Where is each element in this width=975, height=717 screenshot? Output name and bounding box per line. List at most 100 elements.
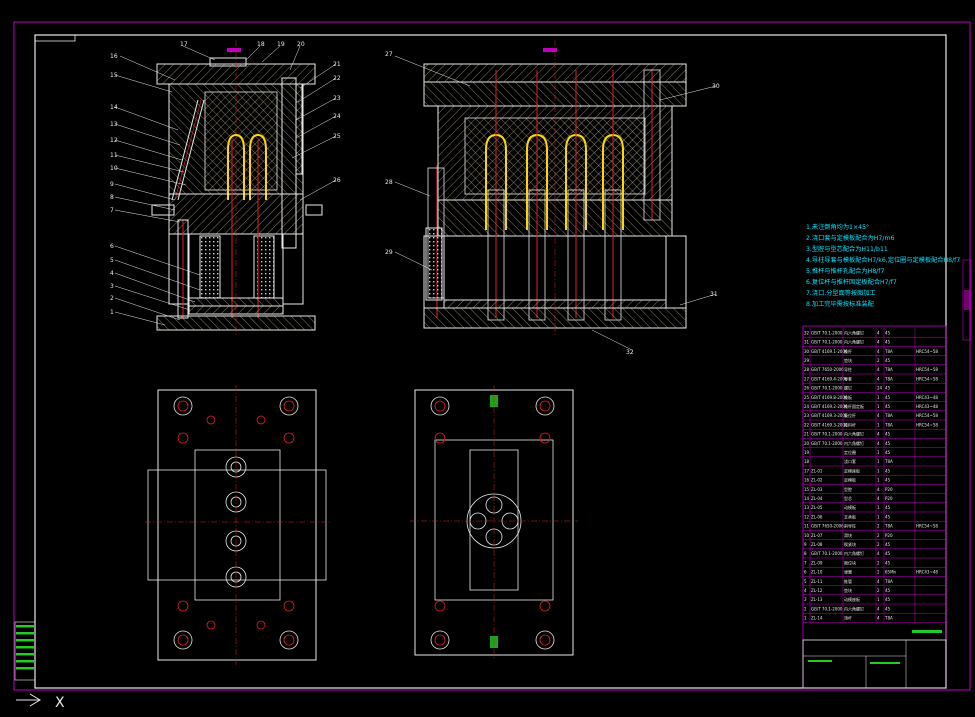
right-section-view[interactable] — [394, 40, 717, 351]
table-cell: 45 — [885, 542, 891, 547]
table-cell: 斜导柱 — [844, 523, 856, 529]
note-line: 4.导柱导套与模板配合H7/k6,定位圈与定模板配合H8/f7 — [806, 256, 960, 264]
table-cell: 45 — [885, 386, 891, 391]
balloon-label: 27 — [385, 51, 393, 58]
table-cell: 30 — [804, 349, 810, 354]
table-cell: 45 — [885, 468, 891, 473]
table-cell: 推管 — [844, 578, 852, 584]
table-cell: P20 — [885, 533, 893, 538]
note-line: 8.加工完毕需按标准装配 — [806, 300, 874, 308]
table-cell: 螺钉 — [844, 385, 852, 391]
table-cell: 4 — [877, 349, 880, 354]
balloon-label: 12 — [110, 137, 118, 144]
table-cell: T8A — [884, 349, 893, 354]
table-cell: HRC54~58 — [916, 376, 938, 381]
balloon-label: 19 — [277, 41, 285, 48]
table-cell: GB/T 4169.8-2006 — [811, 395, 848, 400]
table-cell: 1 — [877, 597, 880, 602]
table-cell: GB/T 70.1-2000 — [811, 606, 843, 611]
table-cell: 24 — [877, 386, 883, 391]
table-cell: 1 — [877, 422, 880, 427]
table-cell: 1 — [877, 459, 880, 464]
table-cell: 2 — [877, 358, 880, 363]
table-cell: ZL-05 — [811, 505, 823, 510]
table-cell: 2 — [877, 542, 880, 547]
balloon-label: 5 — [110, 257, 114, 264]
table-cell: 45 — [885, 395, 891, 400]
balloon-label: 20 — [297, 41, 305, 48]
table-cell: 复位杆 — [844, 412, 856, 418]
table-cell: GB/T 7650-2006 — [811, 367, 844, 372]
table-cell: 12 — [804, 514, 810, 519]
balloon-label: 14 — [110, 104, 118, 111]
balloon-label: 3 — [110, 283, 114, 290]
ucs-icon: X — [16, 693, 65, 711]
note-line: 6.复位杆与推杆固定板配合H7/f7 — [806, 278, 897, 286]
table-cell: 型腔 — [844, 486, 852, 492]
table-cell: 45 — [885, 450, 891, 455]
table-cell: T8A — [884, 579, 893, 584]
ucs-x-label: X — [55, 695, 65, 711]
table-cell: GB/T 4169.3-2006 — [811, 422, 848, 427]
balloon-label: 7 — [110, 207, 114, 214]
table-cell: 17 — [804, 468, 810, 473]
left-plan-view[interactable] — [145, 385, 330, 665]
table-cell: GB/T 4169.4-2006 — [811, 376, 848, 381]
table-cell: 定模座板 — [844, 467, 860, 473]
table-cell: 垫块 — [844, 587, 852, 593]
table-cell: 7 — [804, 560, 807, 565]
note-line: 2.浇口套与定模板配合为H7/m6 — [806, 234, 894, 242]
table-cell: ZL-11 — [811, 579, 823, 584]
table-cell: 2 — [877, 524, 880, 529]
note-line: 7.浇口,分型面等按图加工 — [806, 289, 876, 297]
table-cell: T8A — [884, 524, 893, 529]
balloon-label: 16 — [110, 53, 118, 60]
table-cell: 推板 — [844, 394, 852, 400]
table-cell: 16 — [804, 478, 810, 483]
table-cell: 20 — [804, 441, 810, 446]
table-cell: 垫块 — [844, 357, 852, 363]
table-cell: 推杆 — [844, 348, 852, 354]
table-cell: ZL-03 — [811, 487, 823, 492]
table-cell: 4 — [877, 376, 880, 381]
note-line: 3.型腔与型芯配合为H11/b11 — [806, 245, 888, 253]
table-cell: ZL-07 — [811, 533, 823, 538]
table-cell: 31 — [804, 340, 810, 345]
table-cell: 动模板 — [844, 504, 856, 510]
table-cell: HRC54~58 — [916, 422, 938, 427]
table-cell: HRC43~48 — [916, 570, 938, 575]
table-cell: 内六角螺钉 — [844, 550, 864, 556]
table-cell: 65Mn — [885, 570, 897, 575]
table-cell: HRC43~48 — [916, 395, 938, 400]
table-cell: ZL-10 — [811, 570, 823, 575]
table-cell: 2 — [804, 606, 807, 611]
right-plan-view[interactable] — [410, 385, 578, 660]
table-cell: 27 — [804, 376, 810, 381]
table-cell: P20 — [885, 487, 893, 492]
table-cell: 4 — [877, 441, 880, 446]
table-cell: ZL-12 — [811, 588, 823, 593]
table-cell: 浇口套 — [844, 458, 856, 464]
balloon-label: 13 — [110, 121, 118, 128]
table-cell: 45 — [885, 432, 891, 437]
left-section-view[interactable] — [114, 40, 337, 335]
balloon-label: 6 — [110, 243, 114, 250]
title-block — [802, 630, 947, 689]
cad-drawing-canvas[interactable]: 1.未注倒角均为1×45° 2.浇口套与定模板配合为H7/m6 3.型腔与型芯配合为… — [0, 0, 975, 717]
table-cell: 2 — [877, 588, 880, 593]
table-cell: 定模板 — [844, 477, 856, 483]
table-cell: 4 — [877, 413, 880, 418]
table-cell: 动模座板 — [844, 596, 860, 602]
sheet-top-tab — [34, 34, 76, 42]
balloon-label: 17 — [180, 41, 188, 48]
table-cell: 导套 — [844, 375, 852, 381]
table-cell: 1 — [877, 404, 880, 409]
table-cell: 2 — [877, 570, 880, 575]
table-cell: 18 — [804, 459, 810, 464]
balloon-label: 23 — [333, 95, 341, 102]
balloon-label: 21 — [333, 61, 341, 68]
balloon-label: 28 — [385, 179, 393, 186]
table-cell: 内六角螺钉 — [844, 605, 864, 611]
balloon-label: 2 — [110, 295, 114, 302]
balloon-label: 22 — [333, 75, 341, 82]
